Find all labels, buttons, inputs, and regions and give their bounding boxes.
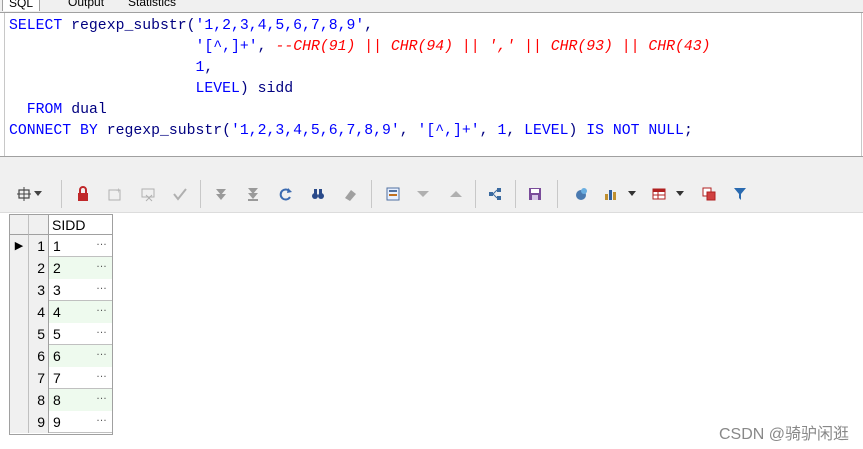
first-record-icon[interactable] — [211, 184, 231, 204]
toolbar-separator — [200, 180, 201, 208]
cell-value: 6 — [53, 348, 61, 364]
toolbar-separator — [475, 180, 476, 208]
single-record-view-icon[interactable] — [383, 184, 403, 204]
tab-strip: SQL Output Statistics — [0, 0, 863, 13]
cell-edit-button[interactable]: … — [96, 297, 107, 319]
svg-text:+: + — [116, 186, 121, 195]
row-indicator[interactable] — [10, 345, 29, 367]
sql-line-3: 1, — [195, 60, 214, 76]
row-indicator[interactable] — [10, 411, 29, 433]
result-toolbar: + — [0, 174, 863, 213]
cell-edit-button[interactable]: … — [96, 363, 107, 385]
sql-line-5: FROM dual — [26, 102, 107, 118]
cell-value: 3 — [53, 282, 61, 298]
watermark: CSDN @骑驴闲逛 — [718, 426, 849, 443]
save-icon[interactable] — [525, 184, 545, 204]
find-icon[interactable] — [308, 184, 328, 204]
query-by-example-icon[interactable] — [485, 184, 505, 204]
cell-edit-button[interactable]: … — [96, 231, 107, 253]
cell-edit-button[interactable]: … — [96, 341, 107, 363]
row-indicator[interactable] — [10, 301, 29, 323]
grid-corner-num — [29, 215, 49, 235]
row-number: 6 — [29, 345, 49, 367]
result-grid[interactable]: SIDD ▶ 1 1… 2 2… 3 3… 4 4… 5 5… 6 6… 7 7… 8 8… 9 9… — [9, 214, 113, 435]
previous-icon[interactable] — [413, 184, 433, 204]
sql-line-4: LEVEL) sidd — [195, 81, 294, 97]
grid-view-icon[interactable] — [649, 184, 669, 204]
cell-edit-button[interactable]: … — [96, 385, 107, 407]
cell-edit-button[interactable]: … — [96, 319, 107, 341]
cell-value: 4 — [53, 304, 61, 320]
toolbar-separator — [371, 180, 372, 208]
lock-icon[interactable] — [73, 184, 93, 204]
row-number: 9 — [29, 411, 49, 433]
clear-icon[interactable] — [340, 184, 360, 204]
export-icon[interactable] — [571, 184, 591, 204]
row-indicator[interactable] — [10, 279, 29, 301]
row-number: 3 — [29, 279, 49, 301]
cell-value: 1 — [53, 238, 61, 254]
tab-sql[interactable]: SQL — [2, 0, 41, 11]
cell-edit-button[interactable]: … — [96, 275, 107, 297]
toolbar-separator — [515, 180, 516, 208]
compare-icon[interactable] — [699, 184, 719, 204]
cell-edit-button[interactable]: … — [96, 407, 107, 429]
row-number: 2 — [29, 257, 49, 279]
last-record-icon[interactable] — [243, 184, 263, 204]
tab-output[interactable]: Output — [62, 0, 110, 11]
row-number: 5 — [29, 323, 49, 345]
sql-line-2: '[^,]+', --CHR(91) || CHR(94) || ',' || … — [195, 39, 711, 55]
sql-editor[interactable]: SELECT regexp_substr('1,2,3,4,5,6,7,8,9'… — [4, 13, 862, 156]
grid-corner — [10, 215, 29, 235]
filter-icon[interactable] — [731, 184, 751, 204]
row-number: 4 — [29, 301, 49, 323]
row-indicator[interactable] — [10, 389, 29, 411]
current-row-indicator[interactable]: ▶ — [10, 235, 29, 257]
row-indicator[interactable] — [10, 367, 29, 389]
table-row[interactable]: 9 9… — [10, 411, 112, 433]
chart-dropdown-icon[interactable] — [625, 184, 639, 204]
sql-line-6: CONNECT BY regexp_substr('1,2,3,4,5,6,7,… — [9, 123, 693, 139]
cell-value: 5 — [53, 326, 61, 342]
row-number: 8 — [29, 389, 49, 411]
row-indicator[interactable] — [10, 323, 29, 345]
cell-value: 8 — [53, 392, 61, 408]
cell-value: 7 — [53, 370, 61, 386]
sql-line-1: SELECT regexp_substr('1,2,3,4,5,6,7,8,9'… — [9, 18, 374, 34]
refresh-icon[interactable] — [276, 184, 296, 204]
row-number: 1 — [29, 235, 49, 257]
sidd-cell[interactable]: 9… — [49, 411, 112, 433]
row-number: 7 — [29, 367, 49, 389]
query-options-icon[interactable] — [14, 184, 34, 204]
cell-edit-button[interactable]: … — [96, 253, 107, 275]
tab-statistics[interactable]: Statistics — [122, 0, 182, 11]
dropdown-arrow-icon[interactable] — [33, 184, 43, 204]
toolbar-separator — [61, 180, 62, 208]
next-icon[interactable] — [446, 184, 466, 204]
row-indicator[interactable] — [10, 257, 29, 279]
add-record-icon[interactable]: + — [105, 184, 125, 204]
toolbar-separator — [557, 180, 558, 208]
post-changes-icon[interactable] — [170, 184, 190, 204]
delete-record-icon[interactable] — [138, 184, 158, 204]
chart-icon[interactable] — [601, 184, 621, 204]
cell-value: 9 — [53, 414, 61, 430]
grid-dropdown-icon[interactable] — [673, 184, 687, 204]
cell-value: 2 — [53, 260, 61, 276]
